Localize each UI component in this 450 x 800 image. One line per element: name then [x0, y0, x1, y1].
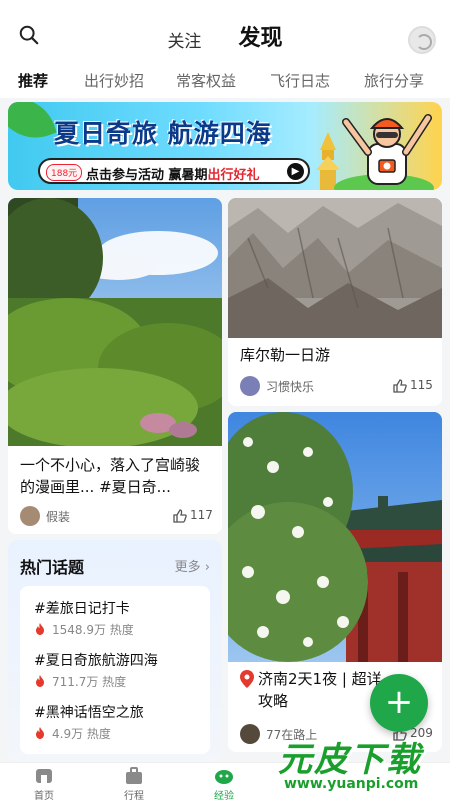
- category-travel-share[interactable]: 旅行分享: [364, 70, 424, 91]
- watermark-url: www.yuanpi.com: [284, 776, 419, 792]
- topic-item[interactable]: #夏日奇旅航游四海 711.7万 热度: [34, 650, 158, 690]
- price-tag: 188元: [46, 164, 83, 181]
- topic-name: #差旅日记打卡: [34, 601, 130, 617]
- post-title: 一个不小心，落入了宫崎骏的漫画里... #夏日奇...: [20, 456, 201, 496]
- nav-experience[interactable]: 经验: [194, 767, 254, 800]
- traveler-illustration: [334, 114, 434, 190]
- nav-itinerary[interactable]: 行程: [104, 767, 164, 800]
- thumbs-up-icon[interactable]: [172, 508, 188, 524]
- promo-banner[interactable]: 夏日奇旅 航游四海 188元 点击参与活动 赢暑期出行好礼 ▶: [8, 102, 442, 190]
- topic-heat-value: 1548.9万 热度: [52, 623, 134, 637]
- topic-heat: 711.7万 热度: [34, 673, 158, 690]
- post-image-garden: [8, 198, 222, 446]
- author-avatar: [20, 506, 40, 526]
- hot-topics-more-link[interactable]: 更多 ›: [175, 556, 210, 575]
- author-avatar: [240, 376, 260, 396]
- category-travel-tips[interactable]: 出行妙招: [84, 70, 144, 91]
- author-name: 习惯快乐: [266, 380, 315, 394]
- topic-item[interactable]: #差旅日记打卡 1548.9万 热度: [34, 598, 134, 638]
- topic-name: #黑神话悟空之旅: [34, 705, 144, 721]
- banner-title: 夏日奇旅 航游四海: [54, 119, 272, 148]
- fire-icon: [36, 727, 44, 739]
- fire-icon: [36, 675, 44, 687]
- post-meta: 习惯快乐 115: [240, 376, 434, 396]
- banner-cta-text: 点击参与活动 赢暑期出行好礼: [86, 164, 260, 183]
- banner-cta-highlight: 出行好礼: [207, 168, 260, 183]
- nav-home-label: 首页: [34, 791, 54, 800]
- header-tabs: 关注 发现: [0, 20, 450, 52]
- author-avatar: [240, 724, 260, 744]
- watermark-text: 元皮下载: [278, 740, 422, 780]
- category-member-benefits[interactable]: 常客权益: [176, 70, 236, 91]
- plus-icon: +: [384, 682, 414, 722]
- post-image-mountains: [228, 198, 442, 338]
- topic-heat-value: 711.7万 热度: [52, 675, 127, 689]
- discover-icon: [215, 770, 233, 784]
- post-image-temple: [228, 412, 442, 662]
- post-title: 库尔勒一日游: [240, 346, 331, 364]
- post-card-miyazaki[interactable]: 一个不小心，落入了宫崎骏的漫画里... #夏日奇... 假装 117: [8, 198, 222, 534]
- post-meta: 假装 117: [20, 506, 214, 526]
- thumbs-up-icon[interactable]: [392, 378, 408, 394]
- topic-heat-value: 4.9万 热度: [52, 727, 111, 741]
- hot-topics-heading: 热门话题: [20, 558, 85, 577]
- like-count: 117: [190, 508, 213, 522]
- like-count: 115: [410, 378, 433, 392]
- fire-icon: [36, 623, 44, 635]
- hot-topics-card: 热门话题 更多 › #差旅日记打卡 1548.9万 热度 #夏日奇旅航游四海 7…: [8, 540, 222, 762]
- banner-cta[interactable]: 188元 点击参与活动 赢暑期出行好礼 ▶: [38, 158, 310, 184]
- banner-cta-text-left: 点击参与活动 赢暑期: [86, 168, 208, 183]
- category-bar: 推荐 出行妙招 常客权益 飞行日志 旅行分享: [0, 60, 450, 98]
- top-header: 关注 发现: [0, 0, 450, 60]
- tab-follow[interactable]: 关注: [167, 27, 201, 52]
- location-pin-icon: [240, 670, 254, 688]
- nav-experience-label: 经验: [214, 791, 234, 800]
- arrow-right-icon: ▶: [287, 163, 304, 180]
- hot-topics-list: #差旅日记打卡 1548.9万 热度 #夏日奇旅航游四海 711.7万 热度 #…: [20, 586, 210, 754]
- nav-home[interactable]: 首页: [14, 767, 74, 800]
- category-flight-log[interactable]: 飞行日志: [270, 70, 330, 91]
- topic-heat: 1548.9万 热度: [34, 621, 134, 638]
- nav-itinerary-label: 行程: [124, 791, 144, 800]
- more-label: 更多: [174, 560, 201, 575]
- home-icon: [36, 769, 52, 783]
- chevron-right-icon: ›: [204, 560, 210, 575]
- leaf-decoration: [8, 102, 57, 149]
- topic-heat: 4.9万 热度: [34, 725, 144, 742]
- post-title: 济南2天1夜 | 超详攻略: [258, 670, 382, 710]
- post-card-korla[interactable]: 库尔勒一日游 习惯快乐 115: [228, 198, 442, 406]
- user-avatar[interactable]: [408, 26, 436, 54]
- category-recommend[interactable]: 推荐: [18, 70, 48, 91]
- topic-name: #夏日奇旅航游四海: [34, 653, 158, 669]
- suitcase-icon: [126, 767, 142, 784]
- topic-item[interactable]: #黑神话悟空之旅 4.9万 热度: [34, 702, 144, 742]
- author-name: 假装: [46, 510, 71, 524]
- watermark: 元皮下载 www.yuanpi.com: [268, 726, 450, 800]
- create-post-button[interactable]: +: [370, 674, 428, 732]
- tab-discover[interactable]: 发现: [239, 20, 283, 52]
